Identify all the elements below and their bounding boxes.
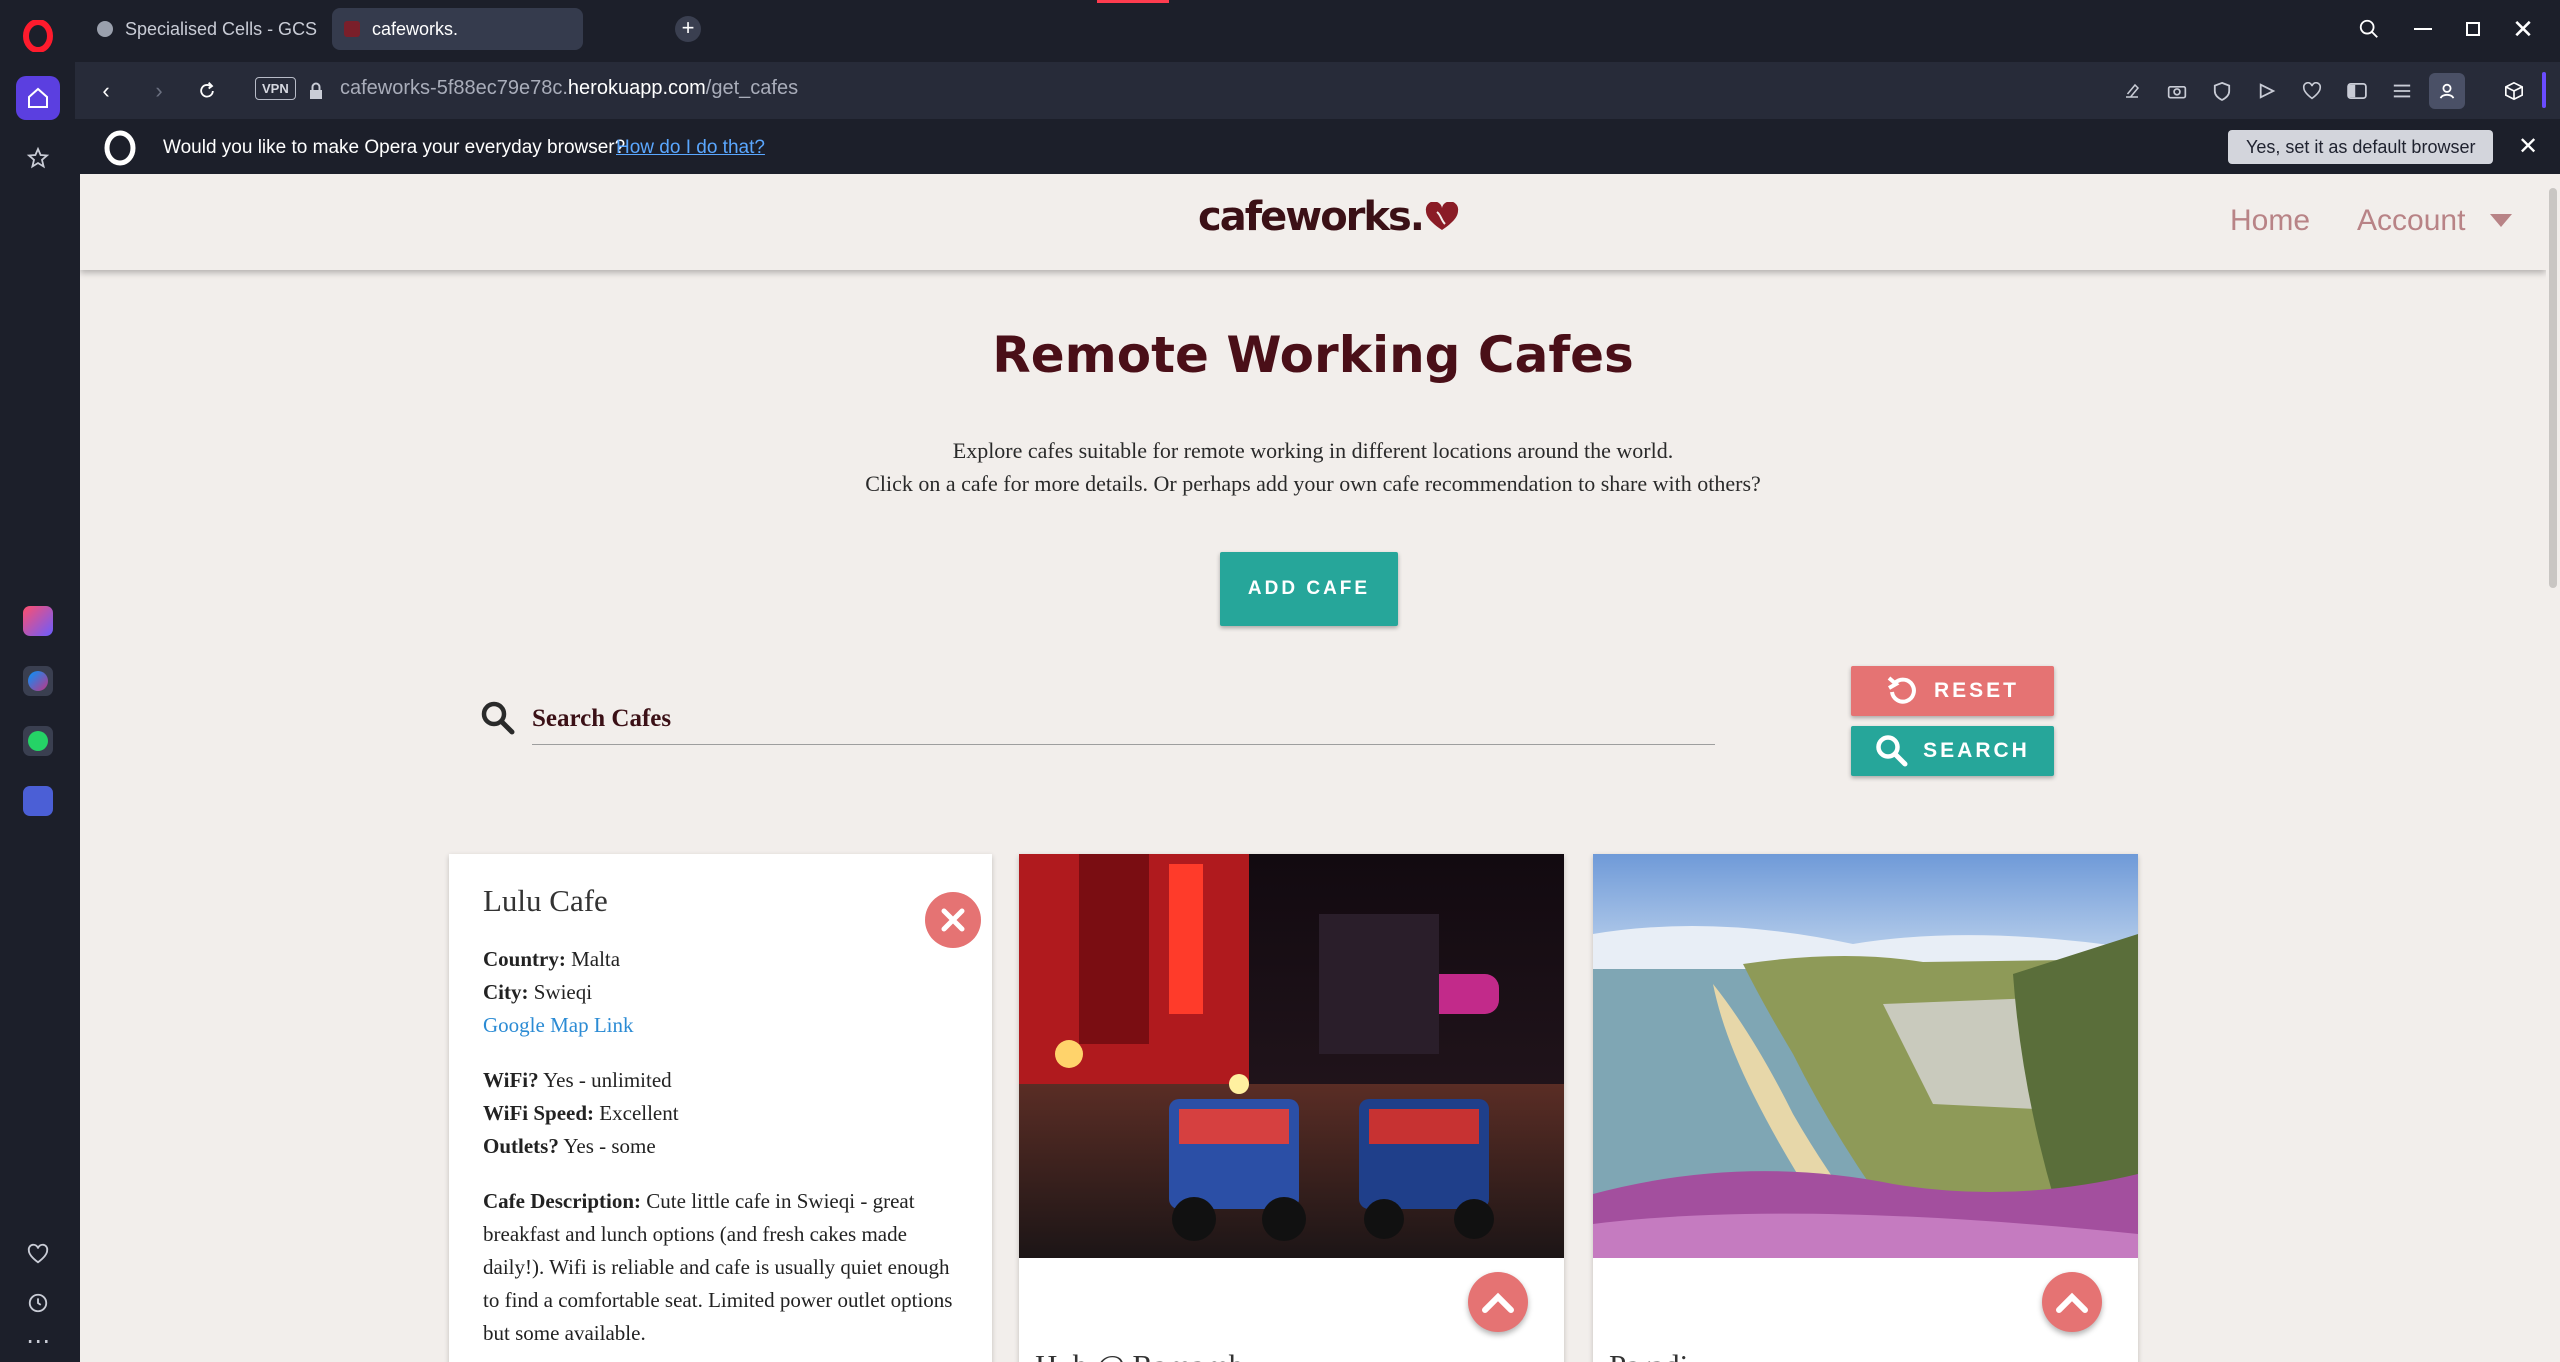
forward-icon[interactable]: › — [144, 76, 174, 106]
add-cafe-button[interactable]: ADD CAFE — [1220, 552, 1398, 626]
sidebar-rail: ⋯ — [0, 0, 75, 1362]
cafe-card-revealed[interactable]: Lulu Cafe Country: Malta City: Swieqi Go… — [449, 854, 992, 1362]
tab-cafeworks[interactable]: cafeworks. — [332, 8, 583, 50]
lock-icon[interactable] — [301, 76, 331, 106]
tab-strip: Specialised Cells - GCSE B cafeworks. + … — [75, 0, 2560, 58]
coffee-heart-icon — [1425, 202, 1459, 230]
profile-icon[interactable] — [2429, 73, 2465, 109]
close-window-icon[interactable]: ✕ — [2508, 14, 2538, 44]
nav-account-dropdown[interactable]: Account — [2357, 204, 2465, 238]
search-icon — [1876, 735, 1908, 767]
url-field[interactable]: cafeworks-5f88ec79e78c.herokuapp.com/get… — [340, 77, 798, 100]
minimize-icon[interactable] — [2408, 14, 2438, 44]
extensions-cube-icon[interactable] — [2499, 76, 2529, 106]
opera-logo-icon[interactable] — [22, 20, 54, 52]
heart-icon[interactable] — [16, 1232, 60, 1276]
default-browser-infobar: Would you like to make Opera your everyd… — [75, 124, 2560, 172]
tab-search-icon[interactable] — [2354, 14, 2384, 44]
whatsapp-icon[interactable] — [16, 719, 60, 763]
chevron-up-icon — [2056, 1292, 2088, 1313]
easy-setup-icon[interactable] — [2387, 76, 2417, 106]
snapshot-camera-icon[interactable] — [2162, 76, 2192, 106]
city-row: City: Swieqi — [483, 980, 593, 1004]
site-navbar: cafeworks. Home Account — [80, 174, 2546, 270]
search-cafes-input[interactable] — [532, 694, 1715, 745]
card-reveal-content: Lulu Cafe Country: Malta City: Swieqi Go… — [483, 884, 953, 1350]
sidebar-toggle-icon[interactable] — [2342, 76, 2372, 106]
tab-specialised-cells[interactable]: Specialised Cells - GCSE B — [85, 8, 329, 50]
panel-edge — [2542, 72, 2546, 108]
scrollbar-thumb[interactable] — [2549, 188, 2557, 588]
more-icon[interactable]: ⋯ — [16, 1326, 60, 1356]
vpn-badge[interactable]: VPN — [255, 77, 296, 100]
aria-icon[interactable] — [16, 599, 60, 643]
country-row: Country: Malta — [483, 947, 621, 971]
page-scrollbar[interactable] — [2546, 174, 2560, 1362]
reload-icon[interactable] — [192, 76, 222, 106]
intro-text: Explore cafes suitable for remote workin… — [865, 438, 1761, 496]
wifi-row: WiFi? Yes - unlimited — [483, 1068, 672, 1092]
messenger-icon[interactable] — [16, 659, 60, 703]
music-player-icon[interactable] — [16, 779, 60, 823]
address-bar: ‹ › VPN cafeworks-5f88ec79e78c.herokuapp… — [75, 62, 2560, 119]
description-row: Cafe Description: Cute little cafe in Sw… — [483, 1189, 953, 1345]
search-button[interactable]: SEARCH — [1851, 726, 2054, 776]
infobar-message: Would you like to make Opera your everyd… — [163, 137, 626, 158]
chevron-up-icon — [1482, 1292, 1514, 1313]
new-tab-button[interactable]: + — [675, 16, 701, 42]
search-icon — [481, 701, 515, 735]
edit-icon[interactable] — [2117, 76, 2147, 106]
send-icon[interactable] — [2252, 76, 2282, 106]
home-icon[interactable] — [16, 76, 60, 120]
brand-logo[interactable]: cafeworks. — [1198, 194, 1459, 240]
undo-icon — [1887, 676, 1916, 704]
nav-home-link[interactable]: Home — [2230, 204, 2310, 238]
cafe-photo-coast[interactable] — [1593, 854, 2138, 1258]
close-reveal-button[interactable] — [925, 892, 981, 948]
card-title: Lulu Cafe — [483, 883, 608, 918]
close-icon — [941, 908, 965, 932]
loading-indicator — [1097, 0, 1169, 3]
reset-button[interactable]: RESET — [1851, 666, 2054, 716]
cafe-photo-city-night[interactable] — [1019, 854, 1564, 1258]
restore-icon[interactable] — [2458, 14, 2488, 44]
wifi-speed-row: WiFi Speed: Excellent — [483, 1101, 679, 1125]
card-title[interactable]: Paradi — [1609, 1348, 1688, 1362]
history-icon[interactable] — [16, 1281, 60, 1325]
outlets-row: Outlets? Yes - some — [483, 1134, 656, 1158]
close-infobar-icon[interactable]: ✕ — [2518, 132, 2538, 161]
set-default-button[interactable]: Yes, set it as default browser — [2228, 130, 2494, 164]
card-title[interactable]: Hub @ Ramamb — [1035, 1348, 1244, 1362]
expand-card-button[interactable] — [2042, 1272, 2102, 1332]
expand-card-button[interactable] — [1468, 1272, 1528, 1332]
opera-o-icon — [104, 130, 136, 166]
back-icon[interactable]: ‹ — [91, 76, 121, 106]
cafe-card[interactable]: Hub @ Ramamb — [1019, 854, 1564, 1362]
caret-down-icon[interactable] — [2490, 214, 2512, 227]
web-page: cafeworks. Home Account Remote Working C… — [80, 174, 2546, 1362]
cafeworks-favicon-icon — [344, 21, 360, 37]
page-title: Remote Working Cafes — [992, 326, 1634, 384]
adblock-shield-icon[interactable] — [2207, 76, 2237, 106]
tab-favicon-icon — [97, 21, 113, 37]
cafe-card[interactable]: Paradi — [1593, 854, 2138, 1362]
google-map-link[interactable]: Google Map Link — [483, 1013, 633, 1037]
infobar-howto-link[interactable]: How do I do that? — [616, 137, 765, 159]
bookmark-heart-icon[interactable] — [2297, 76, 2327, 106]
star-icon[interactable] — [16, 136, 60, 180]
